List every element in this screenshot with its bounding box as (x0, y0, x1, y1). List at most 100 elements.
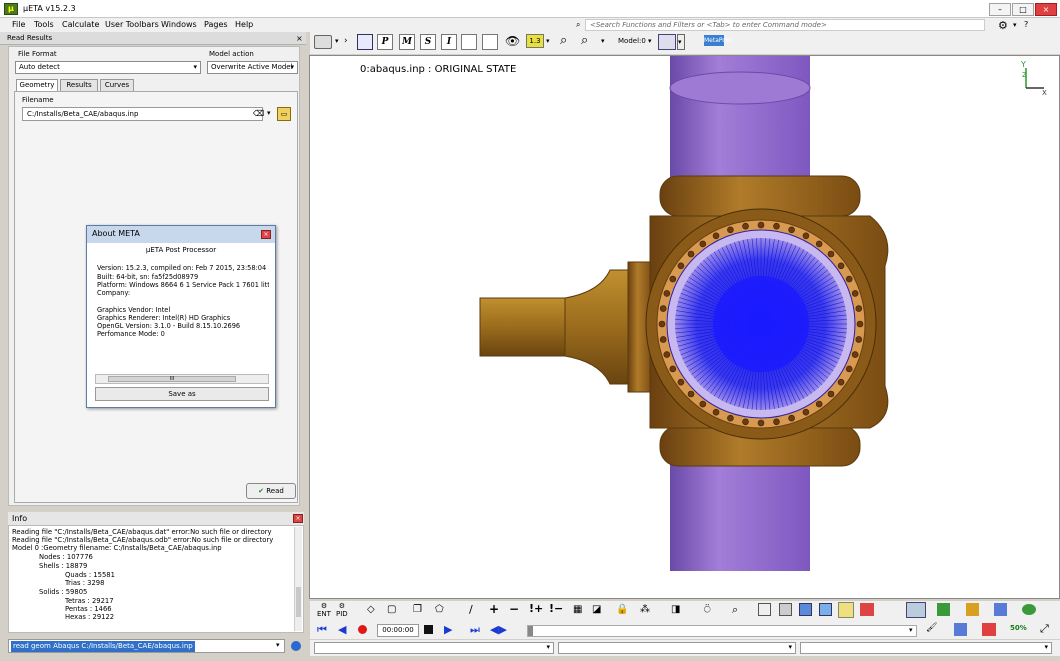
lock-icon[interactable]: 🔒 (616, 604, 628, 615)
scrollbar-thumb[interactable] (296, 587, 301, 617)
paint-icon[interactable]: 🖌 (926, 623, 937, 633)
remove-icon[interactable]: − (509, 602, 519, 616)
close-panel-icon[interactable]: × (296, 34, 303, 43)
chevron-down-icon[interactable]: ▾ (335, 37, 339, 45)
clear-icon[interactable]: ⌫ (253, 109, 264, 118)
menu-help[interactable]: Help (235, 20, 253, 29)
menu-calculate[interactable]: Calculate (62, 20, 99, 29)
save-as-button[interactable]: Save as (95, 387, 269, 401)
gear-icon[interactable]: ⚙ (998, 19, 1008, 32)
file-format-select[interactable]: Auto detect ▾ (15, 61, 201, 74)
play-icon[interactable]: ▶ (444, 623, 452, 636)
status-select-1[interactable]: ▾ (314, 642, 554, 654)
about-scrollbar[interactable]: III (95, 374, 269, 384)
fill-icon[interactable] (982, 623, 996, 636)
add-all-icon[interactable]: !+ (529, 602, 543, 615)
command-line-input[interactable]: read geom Abaqus C:/Installs/Beta_CAE/ab… (8, 639, 285, 653)
box-icon[interactable]: ▢ (387, 604, 396, 615)
chevron-down-icon[interactable]: ▾ (677, 34, 685, 50)
bounce-icon[interactable]: ◀▶ (490, 623, 507, 636)
play-reverse-icon[interactable]: ◀ (338, 623, 346, 636)
info-close-button[interactable]: × (293, 514, 303, 523)
zoom-percent[interactable]: 50% (1010, 624, 1027, 632)
model-icon[interactable] (357, 34, 373, 50)
chevron-down-icon[interactable]: ▾ (648, 37, 652, 45)
window-icon[interactable]: ◪ (592, 604, 601, 615)
expand-icon[interactable]: ⤢ (1040, 622, 1049, 636)
filename-input[interactable]: C:/Installs/Beta_CAE/abaqus.inp (22, 107, 263, 121)
status-select-3[interactable]: ▾ (800, 642, 1052, 654)
eraser-icon[interactable]: ◇ (367, 604, 375, 615)
chevron-down-icon[interactable]: ▾ (267, 109, 271, 117)
light-icon[interactable] (838, 602, 854, 618)
model-label[interactable]: Model:0 (618, 37, 646, 45)
read-button[interactable]: ✔ Read (246, 483, 296, 499)
axes-icon[interactable] (966, 603, 979, 616)
pid-button[interactable]: ⚙ PID (336, 602, 348, 618)
command-search-input[interactable]: <Search Functions and Filters or <Tab> t… (585, 19, 985, 31)
cube-wire-shaded-icon[interactable] (819, 603, 832, 616)
info-scrollbar[interactable] (294, 527, 302, 631)
shape-icon[interactable] (1022, 604, 1036, 615)
omega-icon[interactable]: ⍥ (704, 603, 711, 617)
p-button[interactable]: P (377, 34, 393, 50)
i-button[interactable]: I (441, 34, 457, 50)
close-button[interactable]: × (1035, 3, 1057, 16)
globe-icon[interactable] (291, 641, 301, 651)
menu-user-toolbars[interactable]: User Toolbars (105, 20, 159, 29)
menu-pages[interactable]: Pages (204, 20, 228, 29)
cube-shaded-icon[interactable] (799, 603, 812, 616)
chevron-down-icon[interactable]: ▾ (276, 641, 280, 649)
ratio-icon[interactable]: 1.3 (526, 34, 544, 48)
record-icon[interactable] (358, 625, 367, 634)
eye-icon[interactable]: 👁 (505, 34, 520, 48)
about-close-button[interactable]: × (261, 230, 271, 239)
metapost-tab[interactable]: MetaPost (704, 35, 731, 46)
chevron-down-icon[interactable]: ▾ (1013, 21, 1017, 29)
network-icon[interactable]: ⁂ (640, 604, 650, 615)
copy-icon[interactable]: ❐ (413, 604, 422, 615)
ent-button[interactable]: ⚙ ENT (317, 602, 331, 618)
cube-wire-icon[interactable] (758, 603, 771, 616)
render-icon[interactable] (482, 34, 498, 50)
filter-icon[interactable] (658, 34, 676, 50)
menu-file[interactable]: File (12, 20, 25, 29)
add-icon[interactable]: + (489, 602, 499, 616)
search-icon[interactable]: ⌕ (732, 603, 738, 617)
maximize-button[interactable]: □ (1012, 3, 1034, 16)
timeline-handle[interactable] (528, 626, 533, 636)
green-cube-icon[interactable] (937, 603, 950, 616)
zoom-window-icon[interactable]: ⌕ (560, 33, 567, 48)
pid-color-icon[interactable] (860, 603, 874, 616)
polygon-icon[interactable]: ⬠ (435, 604, 444, 615)
m-button[interactable]: M (399, 34, 415, 50)
minimize-button[interactable]: – (989, 3, 1011, 16)
view-cube-icon[interactable] (954, 623, 967, 636)
zoom-icon[interactable]: ⌕ (581, 33, 588, 48)
last-frame-icon[interactable]: ⏭ (470, 623, 480, 637)
graphics-viewport[interactable]: 0:abaqus.inp : ORIGINAL STATE Y Z X (309, 55, 1060, 599)
status-select-2[interactable]: ▾ (558, 642, 796, 654)
chevron-down-icon[interactable]: ▾ (546, 37, 550, 45)
cube-hidden-icon[interactable] (779, 603, 792, 616)
menu-tools[interactable]: Tools (34, 20, 54, 29)
s-button[interactable]: S (420, 34, 436, 50)
chevron-down-icon[interactable]: ▾ (601, 37, 605, 45)
timeline-slider[interactable] (527, 625, 917, 637)
stop-icon[interactable] (424, 625, 433, 634)
model-action-select[interactable]: Overwrite Active Model ▾ (207, 61, 298, 74)
grid-icon[interactable]: ▦ (573, 604, 582, 615)
square-icon[interactable]: ◨ (671, 604, 680, 615)
remove-all-icon[interactable]: !− (549, 602, 563, 615)
first-frame-icon[interactable]: ⏮ (317, 623, 327, 637)
time-field[interactable]: 00:00:00 (377, 624, 419, 637)
camera-icon[interactable] (314, 35, 332, 49)
tab-results[interactable]: Results (60, 79, 98, 91)
line-icon[interactable]: / (469, 603, 473, 616)
transform-icon[interactable] (461, 34, 477, 50)
tab-curves[interactable]: Curves (100, 79, 134, 91)
tab-geometry[interactable]: Geometry (16, 79, 58, 91)
help-icon[interactable]: ? (1024, 20, 1028, 29)
scrollbar-thumb[interactable]: III (108, 376, 236, 382)
folder-icon[interactable]: ▭ (277, 107, 291, 121)
